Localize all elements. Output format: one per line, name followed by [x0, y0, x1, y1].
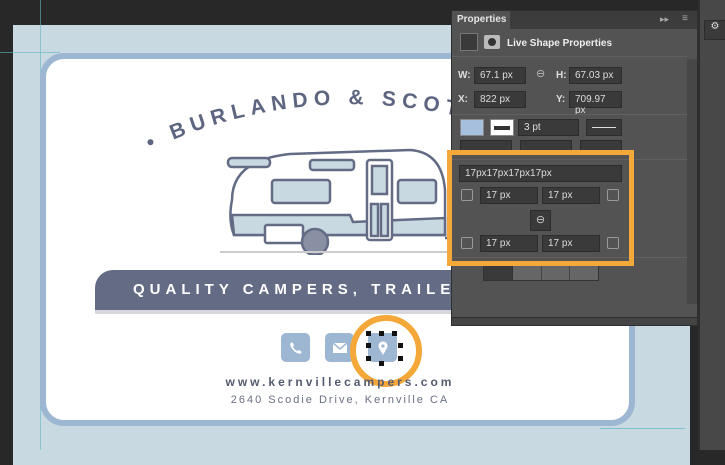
guide-line [0, 52, 60, 53]
transform-handle[interactable] [398, 356, 403, 361]
x-label: X: [458, 94, 468, 105]
fill-swatch[interactable] [460, 119, 484, 136]
h-label: H: [556, 70, 567, 81]
mask-icon[interactable] [484, 35, 500, 49]
transform-handle[interactable] [379, 331, 384, 336]
panel-menu-icon[interactable]: ≡ [682, 13, 688, 24]
transform-handle[interactable] [366, 331, 371, 336]
y-label: Y: [556, 94, 566, 105]
y-input[interactable]: 709.97 px [569, 91, 622, 116]
shape-transform-icon[interactable] [460, 33, 478, 51]
divider [452, 56, 687, 57]
scrollbar[interactable] [687, 59, 697, 304]
highlight-box [447, 150, 634, 266]
height-input[interactable]: 67.03 px [569, 67, 622, 84]
subtract-shape-button[interactable] [512, 264, 542, 280]
right-dock: ⚙ [698, 0, 725, 450]
panel-tabbar: Properties ▸▸ ≡ [452, 11, 697, 29]
phone-icon[interactable] [281, 333, 310, 362]
x-input[interactable]: 822 px [474, 91, 526, 108]
transform-handle[interactable] [366, 356, 371, 361]
transform-handle[interactable] [366, 343, 371, 348]
transform-handle[interactable] [379, 361, 384, 366]
collapse-icon[interactable]: ▸▸ [660, 14, 669, 25]
guide-line [600, 428, 685, 429]
tab-properties[interactable]: Properties [452, 11, 510, 29]
stroke-width-select[interactable]: 3 pt [518, 119, 579, 136]
stroke-swatch[interactable] [490, 119, 514, 136]
combine-shapes-button[interactable] [484, 264, 513, 280]
transform-handle[interactable] [392, 331, 397, 336]
panel-header: Live Shape Properties [507, 38, 613, 49]
transform-handle[interactable] [398, 343, 403, 348]
tagline-banner: QUALITY CAMPERS, TRAILERS, & RVs [95, 270, 455, 310]
w-label: W: [458, 70, 471, 81]
intersect-shape-button[interactable] [541, 264, 571, 280]
3d-tool-icon[interactable]: ⚙ [704, 20, 725, 40]
width-input[interactable]: 67.1 px [474, 67, 526, 84]
link-icon[interactable]: ⊖ [536, 67, 545, 80]
divider [452, 114, 687, 115]
stroke-type-select[interactable] [586, 119, 622, 136]
panel-resize-bar[interactable] [452, 317, 697, 325]
exclude-shape-button[interactable] [570, 264, 598, 280]
website-text: www.kernvillecampers.com [225, 375, 455, 389]
address-text: 2640 Scodie Drive, Kernville CA [230, 394, 450, 406]
camper-illustration [220, 148, 450, 255]
